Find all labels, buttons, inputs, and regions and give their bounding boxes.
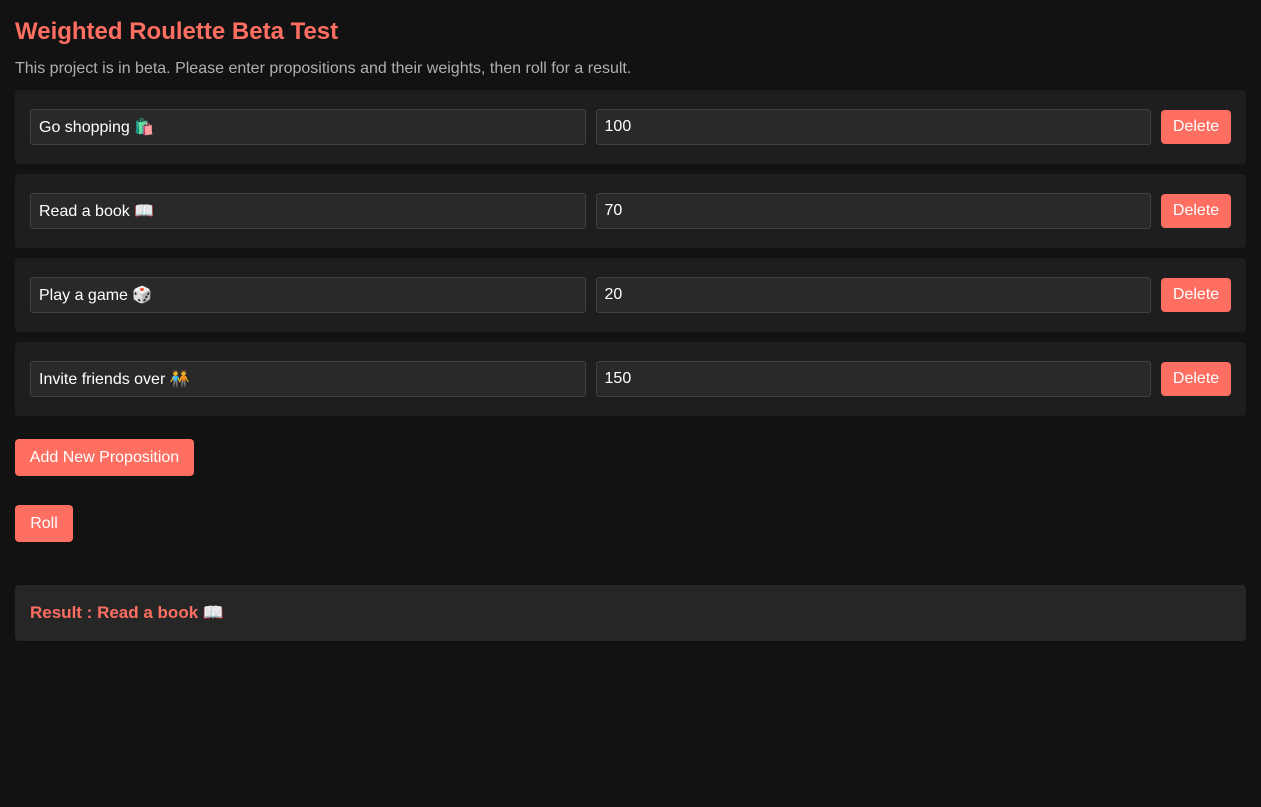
delete-button[interactable]: Delete [1161,110,1231,144]
proposition-name-input[interactable] [30,277,586,313]
result-panel: Result : Read a book 📖 [15,585,1246,641]
result-value: Read a book 📖 [97,603,225,622]
result-label: Result : [30,603,93,622]
proposition-name-input[interactable] [30,361,586,397]
delete-button[interactable]: Delete [1161,278,1231,312]
proposition-weight-input[interactable] [595,361,1152,397]
add-proposition-button[interactable]: Add New Proposition [15,439,194,476]
proposition-row: Delete [15,90,1246,164]
page-title: Weighted Roulette Beta Test [15,18,339,45]
page-subtitle: This project is in beta. Please enter pr… [15,60,632,77]
proposition-name-input[interactable] [30,109,586,145]
app-container: Weighted Roulette Beta Test This project… [0,0,1261,641]
delete-button[interactable]: Delete [1161,194,1231,228]
proposition-weight-input[interactable] [595,109,1152,145]
proposition-list: Delete Delete Delete Delete [15,90,1246,416]
proposition-row: Delete [15,258,1246,332]
proposition-weight-input[interactable] [595,193,1152,229]
proposition-row: Delete [15,174,1246,248]
roll-button[interactable]: Roll [15,505,73,542]
proposition-name-input[interactable] [30,193,586,229]
proposition-row: Delete [15,342,1246,416]
proposition-weight-input[interactable] [595,277,1152,313]
delete-button[interactable]: Delete [1161,362,1231,396]
